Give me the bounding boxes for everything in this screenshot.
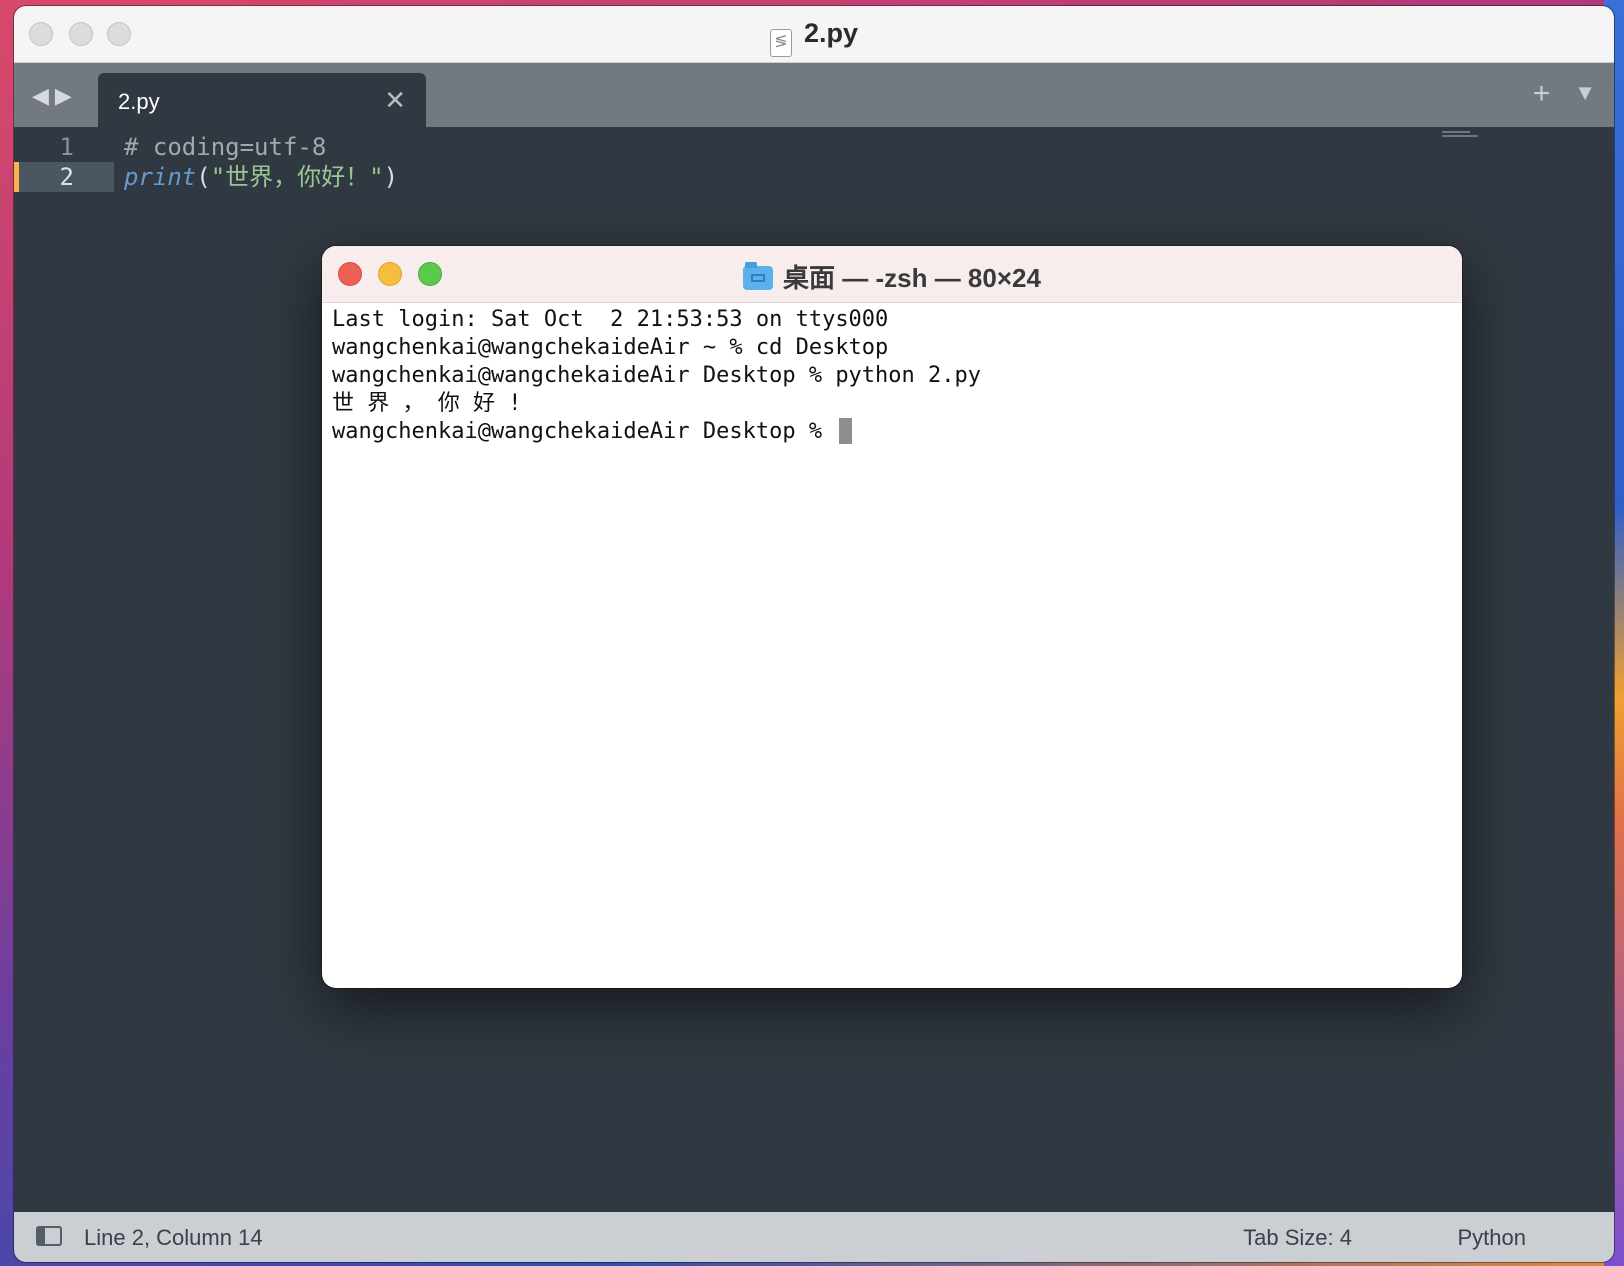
terminal-output[interactable]: Last login: Sat Oct 2 21:53:53 on ttys00… bbox=[332, 306, 981, 446]
code-line: 1 # coding=utf-8 bbox=[14, 132, 1614, 162]
string-token: "世界，你好！" bbox=[210, 163, 384, 191]
editor-titlebar: ≶ 2.py bbox=[14, 6, 1614, 63]
terminal-cursor bbox=[839, 418, 853, 444]
folder-icon bbox=[743, 262, 774, 290]
tab-size-selector[interactable]: Tab Size: 4 bbox=[1243, 1225, 1352, 1251]
back-arrow-icon[interactable]: ◀ bbox=[32, 83, 55, 108]
function-token: print bbox=[124, 163, 197, 191]
comment-token: # coding=utf-8 bbox=[124, 133, 327, 161]
tab-close-icon[interactable]: ✕ bbox=[384, 85, 406, 116]
status-bar: Line 2, Column 14 Tab Size: 4 Python bbox=[14, 1212, 1614, 1262]
code-text: print("世界，你好！") bbox=[124, 162, 398, 192]
tab-label: 2.py bbox=[118, 89, 160, 114]
window-title: ≶ 2.py bbox=[14, 18, 1614, 57]
terminal-prompt: wangchenkai@wangchekaideAir Desktop % bbox=[332, 419, 836, 444]
tab-actions: + ▼ bbox=[1509, 77, 1596, 111]
terminal-line: 世 界 ， 你 好 ! bbox=[332, 391, 522, 416]
tab-bar: ◀▶ 2.py ✕ + ▼ bbox=[14, 63, 1614, 127]
python-file-icon: ≶ bbox=[769, 29, 792, 57]
syntax-selector[interactable]: Python bbox=[1458, 1225, 1527, 1251]
cursor-position: Line 2, Column 14 bbox=[84, 1225, 263, 1250]
window-title-text: 2.py bbox=[803, 18, 859, 48]
terminal-line: Last login: Sat Oct 2 21:53:53 on ttys00… bbox=[332, 307, 889, 332]
terminal-window: 桌面 — -zsh — 80×24 Last login: Sat Oct 2 … bbox=[322, 246, 1462, 988]
modified-line-marker bbox=[14, 162, 19, 192]
new-tab-plus-icon[interactable]: + bbox=[1533, 77, 1551, 110]
tab-menu-chevron-down-icon[interactable]: ▼ bbox=[1574, 80, 1596, 105]
paren-open-token: ( bbox=[196, 163, 211, 191]
terminal-line: wangchenkai@wangchekaideAir Desktop % py… bbox=[332, 363, 982, 388]
tab-2py[interactable]: 2.py ✕ bbox=[98, 73, 426, 127]
terminal-prompt-line: wangchenkai@wangchekaideAir Desktop % bbox=[332, 418, 981, 446]
terminal-title: 桌面 — -zsh — 80×24 bbox=[322, 258, 1462, 295]
code-text: # coding=utf-8 bbox=[124, 132, 326, 162]
line-number: 1 bbox=[59, 133, 74, 161]
forward-arrow-icon[interactable]: ▶ bbox=[55, 83, 78, 108]
sidebar-toggle-icon[interactable] bbox=[36, 1226, 62, 1246]
line-number: 2 bbox=[14, 162, 114, 192]
paren-close-token: ) bbox=[383, 163, 399, 191]
minimap[interactable] bbox=[1442, 131, 1478, 139]
terminal-title-text: 桌面 — -zsh — 80×24 bbox=[783, 263, 1041, 293]
terminal-line: wangchenkai@wangchekaideAir ~ % cd Deskt… bbox=[332, 335, 889, 360]
code-line-active: 2 print("世界，你好！") bbox=[14, 162, 1614, 192]
tab-navigation: ◀▶ bbox=[32, 83, 78, 109]
terminal-titlebar: 桌面 — -zsh — 80×24 bbox=[322, 246, 1462, 303]
